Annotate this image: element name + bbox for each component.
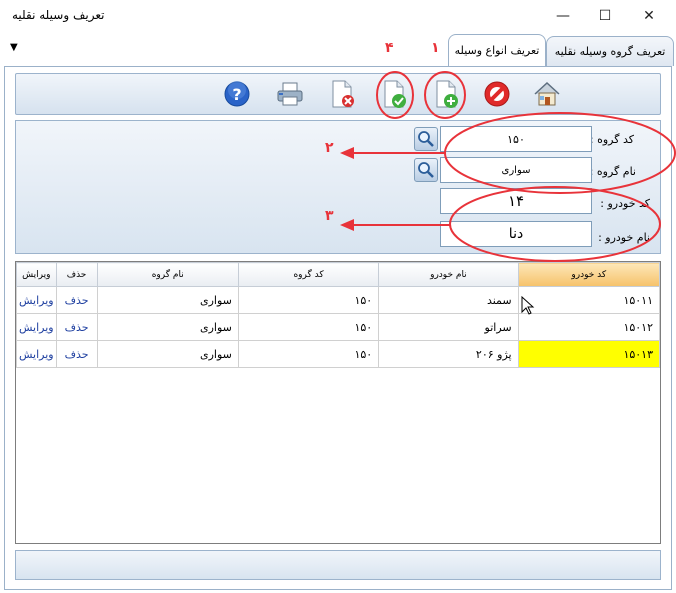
home-button[interactable]	[531, 78, 563, 110]
close-button[interactable]: ✕	[626, 0, 672, 32]
help-button[interactable]: ?	[221, 78, 253, 110]
table-row[interactable]: ویرایش حذف سواری ۱۵۰ سمند ۱۵۰۱۱	[16, 286, 661, 314]
delete-link[interactable]: حذف	[55, 286, 98, 314]
cancel-button[interactable]	[481, 78, 513, 110]
group-code-field[interactable]: ۱۵۰	[440, 126, 592, 152]
vehicle-name-label: نام خودرو :	[598, 231, 650, 244]
cell-group-code: ۱۵۰	[237, 286, 380, 314]
vehicle-name-field[interactable]: دنا	[440, 221, 592, 247]
toolbar: ?	[15, 73, 661, 115]
add-document-icon	[436, 80, 458, 108]
chevron-down-icon[interactable]: ▼	[10, 42, 18, 53]
header-group-name[interactable]: نام گروه	[96, 262, 239, 287]
window-title: تعریف وسیله نقلیه	[12, 8, 105, 22]
table-header-row: ویرایش حذف نام گروه کد گروه نام خودرو کد…	[16, 262, 661, 287]
status-bar	[15, 550, 661, 580]
minimize-icon: —	[556, 8, 570, 24]
delete-document-icon	[332, 80, 354, 108]
cell-group-name: سواری	[96, 340, 239, 368]
cell-vehicle-code: ۱۵۰۱۱	[517, 286, 661, 314]
cell-vehicle-name: سمند	[378, 286, 519, 314]
annotation-number-4: ۴	[385, 40, 394, 56]
tab-vehicle-groups[interactable]: تعریف گروه وسیله نقلیه	[546, 36, 674, 66]
group-code-search-button[interactable]	[414, 127, 438, 151]
group-name-search-button[interactable]	[414, 158, 438, 182]
mouse-cursor-icon	[521, 296, 535, 315]
delete-document-button[interactable]	[326, 78, 358, 110]
annotation-number-3: ۳	[325, 208, 334, 224]
vehicle-code-field[interactable]: ۱۴	[440, 188, 592, 214]
cell-vehicle-code: ۱۵۰۱۳	[517, 340, 661, 368]
confirm-document-button[interactable]	[378, 78, 410, 110]
cancel-icon	[484, 81, 510, 107]
delete-link[interactable]: حذف	[55, 313, 98, 341]
header-edit[interactable]: ویرایش	[16, 262, 57, 287]
cell-group-code: ۱۵۰	[237, 313, 380, 341]
close-icon: ✕	[643, 8, 655, 24]
group-name-label: نام گروه :	[589, 165, 636, 178]
header-vehicle-name[interactable]: نام خودرو	[378, 262, 519, 287]
edit-link[interactable]: ویرایش	[16, 340, 57, 368]
vehicle-code-label: کد خودرو :	[600, 197, 650, 210]
group-code-label: کد گروه :	[589, 133, 634, 146]
confirm-document-icon	[384, 80, 406, 108]
tab-strip: ▼ تعریف انواع وسیله تعریف گروه وسیله نقل…	[0, 32, 676, 66]
print-button[interactable]	[274, 78, 306, 110]
cell-group-name: سواری	[96, 313, 239, 341]
vehicle-form: کد گروه : ۱۵۰ نام گروه : سواری کد خودرو …	[15, 120, 661, 254]
header-vehicle-code[interactable]: کد خودرو	[517, 262, 661, 287]
print-icon	[277, 82, 303, 106]
cell-vehicle-name: پژو ۲۰۶	[378, 340, 519, 368]
search-icon	[418, 162, 434, 178]
edit-link[interactable]: ویرایش	[16, 286, 57, 314]
edit-link[interactable]: ویرایش	[16, 313, 57, 341]
cell-vehicle-name: سراتو	[378, 313, 519, 341]
cell-group-code: ۱۵۰	[237, 340, 380, 368]
cell-group-name: سواری	[96, 286, 239, 314]
delete-link[interactable]: حذف	[55, 340, 98, 368]
minimize-button[interactable]: —	[540, 0, 586, 32]
group-name-field[interactable]: سواری	[440, 157, 592, 183]
search-icon	[418, 131, 434, 147]
maximize-icon: ☐	[598, 8, 612, 24]
help-icon: ?	[224, 81, 250, 107]
add-document-button[interactable]	[430, 78, 462, 110]
tab-vehicle-types[interactable]: تعریف انواع وسیله	[448, 34, 546, 66]
table-row[interactable]: ویرایش حذف سواری ۱۵۰ سراتو ۱۵۰۱۲	[16, 313, 661, 341]
annotation-number-2: ۲	[325, 140, 334, 156]
annotation-number-1: ۱	[431, 40, 440, 56]
table-row[interactable]: ویرایش حذف سواری ۱۵۰ پژو ۲۰۶ ۱۵۰۱۳	[16, 340, 661, 368]
vehicle-table: ویرایش حذف نام گروه کد گروه نام خودرو کد…	[16, 262, 661, 368]
header-delete[interactable]: حذف	[55, 262, 98, 287]
maximize-button[interactable]: ☐	[582, 0, 628, 32]
cell-vehicle-code: ۱۵۰۱۲	[517, 313, 661, 341]
header-group-code[interactable]: کد گروه	[237, 262, 380, 287]
vehicle-grid: ویرایش حذف نام گروه کد گروه نام خودرو کد…	[15, 261, 661, 544]
title-bar: تعریف وسیله نقلیه — ☐ ✕	[0, 0, 676, 32]
svg-text:?: ?	[232, 85, 241, 104]
home-icon	[534, 81, 560, 106]
